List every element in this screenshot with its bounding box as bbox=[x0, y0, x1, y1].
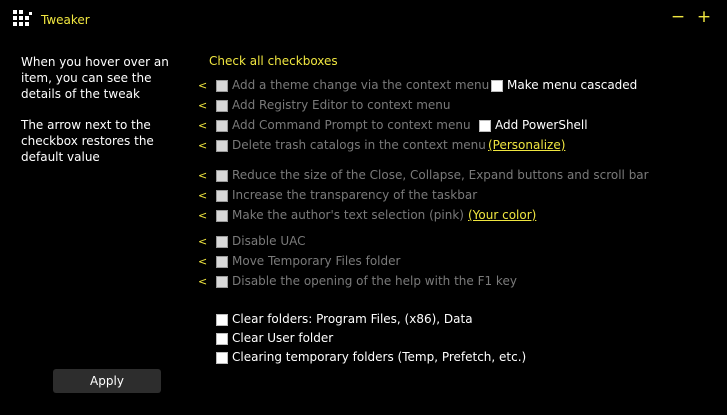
tweak-row-theme-change: < Add a theme change via the context men… bbox=[0, 77, 727, 95]
restore-default-arrow[interactable]: < bbox=[198, 119, 207, 132]
tweak-checkbox[interactable] bbox=[216, 120, 228, 132]
tweak-checkbox[interactable] bbox=[216, 256, 228, 268]
tweak-checkbox[interactable] bbox=[216, 190, 228, 202]
tweak-label: Move Temporary Files folder bbox=[232, 254, 401, 268]
restore-default-arrow[interactable]: < bbox=[198, 139, 207, 152]
window-title: Tweaker bbox=[41, 13, 90, 27]
tweak-row-taskbar-transparency: < Increase the transparency of the taskb… bbox=[0, 187, 727, 205]
cleanup-row-user-folder: Clear User folder bbox=[0, 330, 727, 348]
cleanup-checkbox[interactable] bbox=[216, 352, 228, 364]
tweak-checkbox[interactable] bbox=[216, 236, 228, 248]
restore-default-arrow[interactable]: < bbox=[198, 189, 207, 202]
restore-default-arrow[interactable]: < bbox=[198, 275, 207, 288]
tweak-checkbox[interactable] bbox=[216, 210, 228, 222]
cleanup-label: Clear folders: Program Files, (x86), Dat… bbox=[232, 312, 473, 326]
tweak-row-command-prompt: < Add Command Prompt to context menu Add… bbox=[0, 117, 727, 135]
tweak-row-temp-folder: < Move Temporary Files folder bbox=[0, 253, 727, 271]
tweak-label: Disable the opening of the help with the… bbox=[232, 274, 517, 288]
check-all-link[interactable]: Check all checkboxes bbox=[209, 54, 338, 68]
cleanup-checkbox[interactable] bbox=[216, 333, 228, 345]
cascaded-menu-checkbox[interactable] bbox=[491, 80, 503, 92]
your-color-link[interactable]: (Your color) bbox=[468, 208, 536, 222]
tweak-row-trash-catalogs: < Delete trash catalogs in the context m… bbox=[0, 137, 727, 155]
restore-default-arrow[interactable]: < bbox=[198, 209, 207, 222]
minimize-button[interactable]: − bbox=[668, 7, 688, 27]
tweak-checkbox[interactable] bbox=[216, 276, 228, 288]
restore-default-arrow[interactable]: < bbox=[198, 99, 207, 112]
cleanup-row-temp-folders: Clearing temporary folders (Temp, Prefet… bbox=[0, 349, 727, 367]
restore-default-arrow[interactable]: < bbox=[198, 169, 207, 182]
personalize-link[interactable]: (Personalize) bbox=[488, 138, 565, 152]
tweak-label: Delete trash catalogs in the context men… bbox=[232, 138, 486, 152]
restore-default-arrow[interactable]: < bbox=[198, 235, 207, 248]
tweak-checkbox[interactable] bbox=[216, 100, 228, 112]
apply-button[interactable]: Apply bbox=[53, 369, 161, 393]
tweak-label: Add a theme change via the context menu bbox=[232, 78, 490, 92]
tweak-row-text-selection: < Make the author's text selection (pink… bbox=[0, 207, 727, 225]
title-bar: Tweaker − + bbox=[0, 0, 727, 38]
cleanup-checkbox[interactable] bbox=[216, 314, 228, 326]
tweak-row-disable-uac: < Disable UAC bbox=[0, 233, 727, 251]
tweak-label: Add Registry Editor to context menu bbox=[232, 98, 451, 112]
tweak-label: Increase the transparency of the taskbar bbox=[232, 188, 478, 202]
tweak-label: Add Command Prompt to context menu bbox=[232, 118, 471, 132]
powershell-label: Add PowerShell bbox=[495, 118, 588, 132]
tweak-checkbox[interactable] bbox=[216, 140, 228, 152]
cleanup-label: Clear User folder bbox=[232, 331, 334, 345]
tweak-row-disable-f1-help: < Disable the opening of the help with t… bbox=[0, 273, 727, 291]
restore-default-arrow[interactable]: < bbox=[198, 255, 207, 268]
tweak-row-registry-editor: < Add Registry Editor to context menu bbox=[0, 97, 727, 115]
app-logo-icon bbox=[13, 10, 32, 26]
tweak-label: Reduce the size of the Close, Collapse, … bbox=[232, 168, 649, 182]
tweak-row-reduce-buttons: < Reduce the size of the Close, Collapse… bbox=[0, 167, 727, 185]
tweak-checkbox[interactable] bbox=[216, 170, 228, 182]
maximize-button[interactable]: + bbox=[694, 7, 714, 27]
cascaded-menu-label: Make menu cascaded bbox=[507, 78, 638, 92]
cleanup-label: Clearing temporary folders (Temp, Prefet… bbox=[232, 350, 527, 364]
tweak-label: Disable UAC bbox=[232, 234, 306, 248]
tweak-label: Make the author's text selection (pink) bbox=[232, 208, 464, 222]
cleanup-row-program-files: Clear folders: Program Files, (x86), Dat… bbox=[0, 311, 727, 329]
tweak-checkbox[interactable] bbox=[216, 80, 228, 92]
restore-default-arrow[interactable]: < bbox=[198, 79, 207, 92]
powershell-checkbox[interactable] bbox=[479, 120, 491, 132]
